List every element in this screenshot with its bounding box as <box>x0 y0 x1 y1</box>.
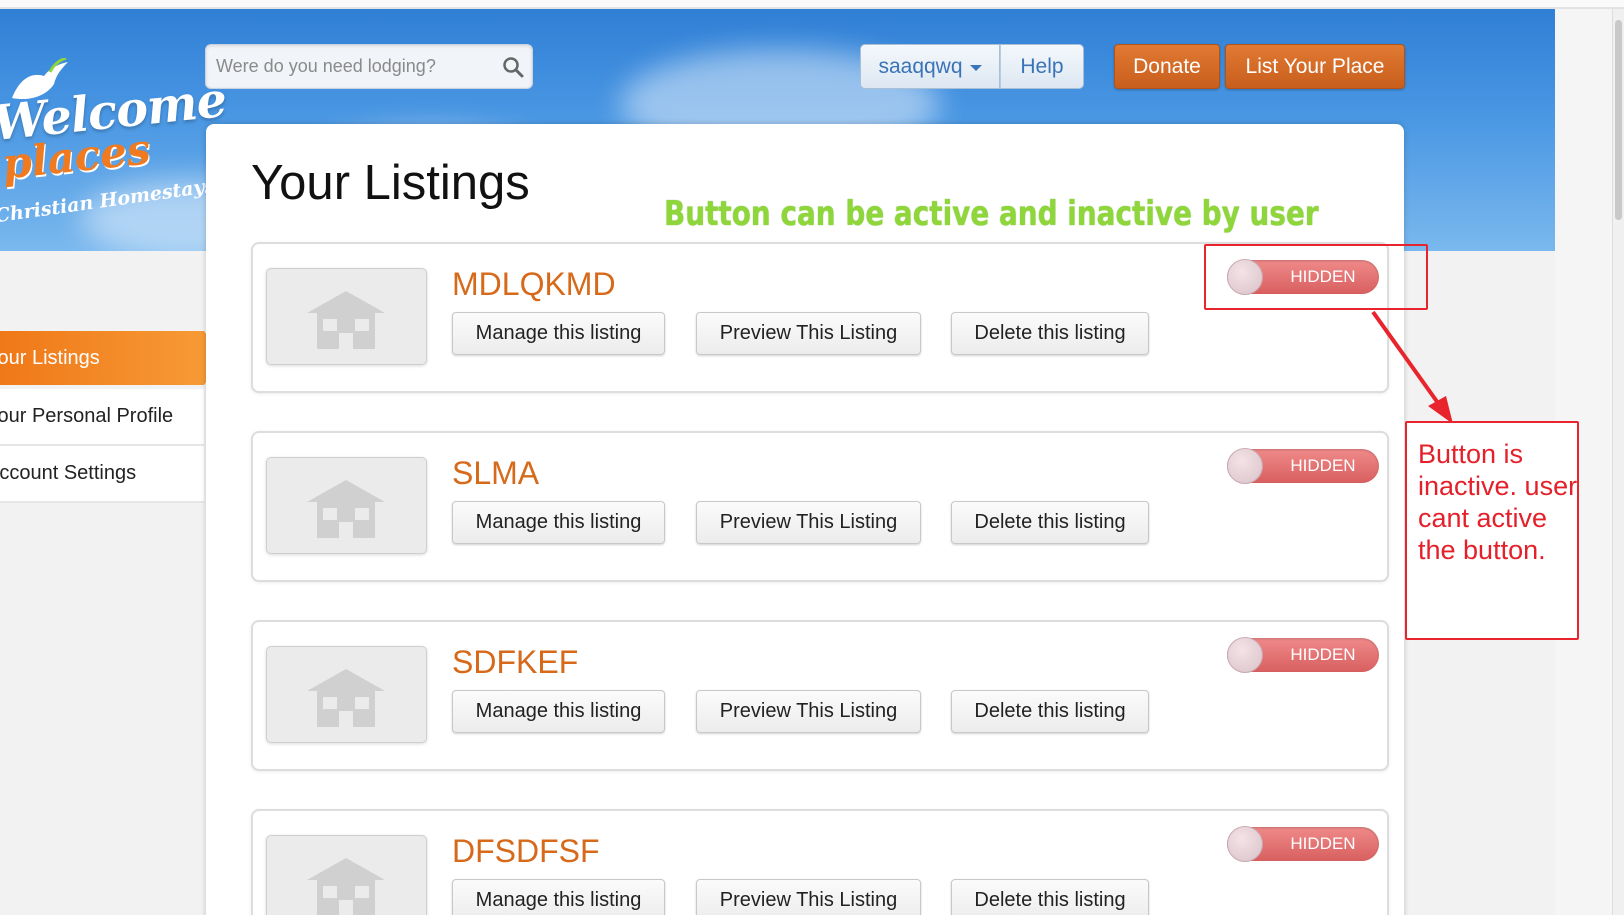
annotation-highlight-box <box>1204 244 1428 310</box>
listing-name[interactable]: SLMA <box>452 455 539 492</box>
site-logo[interactable]: Welcome places Christian Homestays <box>0 50 229 227</box>
manage-listing-button[interactable]: Manage this listing <box>452 879 665 915</box>
preview-listing-button[interactable]: Preview This Listing <box>696 501 921 544</box>
listing-card: SLMA Manage this listing Preview This Li… <box>251 431 1389 582</box>
scrollbar-thumb[interactable] <box>1615 20 1622 220</box>
listing-card: SDFKEF Manage this listing Preview This … <box>251 620 1389 771</box>
page-title: Your Listings <box>251 156 530 210</box>
preview-listing-button[interactable]: Preview This Listing <box>696 312 921 355</box>
lodging-search-box <box>205 44 533 89</box>
toggle-knob[interactable] <box>1227 448 1263 484</box>
sidebar-item-label: Your Listings <box>0 346 100 369</box>
toggle-knob[interactable] <box>1227 826 1263 862</box>
house-placeholder-icon <box>307 291 385 349</box>
visibility-toggle[interactable]: HIDDEN <box>1227 826 1379 862</box>
visibility-toggle[interactable]: HIDDEN <box>1227 637 1379 673</box>
delete-listing-button[interactable]: Delete this listing <box>951 312 1149 355</box>
sidebar-item-label: Account Settings <box>0 462 137 484</box>
lodging-search-input[interactable] <box>206 45 496 88</box>
user-menu-button[interactable]: saaqqwq <box>860 44 1000 89</box>
sidebar-item-personal-profile[interactable]: Your Personal Profile <box>0 389 204 446</box>
listing-name[interactable]: SDFKEF <box>452 644 578 681</box>
help-button[interactable]: Help <box>1000 44 1084 89</box>
sidebar-item-account-settings[interactable]: Account Settings <box>0 446 204 503</box>
listing-thumbnail <box>266 457 427 554</box>
annotation-red-note: Button is inactive. user cant active the… <box>1418 439 1578 565</box>
delete-listing-button[interactable]: Delete this listing <box>951 879 1149 915</box>
manage-listing-button[interactable]: Manage this listing <box>452 690 665 733</box>
toggle-status-label: HIDDEN <box>1290 834 1356 853</box>
house-placeholder-icon <box>307 669 385 727</box>
donate-button[interactable]: Donate <box>1114 44 1220 89</box>
caret-down-icon <box>969 64 982 71</box>
manage-listing-button[interactable]: Manage this listing <box>452 312 665 355</box>
sidebar-item-your-listings[interactable]: Your Listings <box>0 331 224 385</box>
preview-listing-button[interactable]: Preview This Listing <box>696 879 921 915</box>
toggle-knob[interactable] <box>1227 637 1263 673</box>
house-placeholder-icon <box>307 480 385 538</box>
listing-name[interactable]: MDLQKMD <box>452 266 616 303</box>
search-icon[interactable] <box>502 56 524 78</box>
toggle-status-label: HIDDEN <box>1290 456 1356 475</box>
sidebar-item-label: Your Personal Profile <box>0 405 174 427</box>
listing-thumbnail <box>266 835 427 915</box>
delete-listing-button[interactable]: Delete this listing <box>951 501 1149 544</box>
preview-listing-button[interactable]: Preview This Listing <box>696 690 921 733</box>
listing-thumbnail <box>266 646 427 743</box>
manage-listing-button[interactable]: Manage this listing <box>452 501 665 544</box>
list-your-place-button[interactable]: List Your Place <box>1225 44 1405 89</box>
visibility-toggle[interactable]: HIDDEN <box>1227 448 1379 484</box>
user-menu-label: saaqqwq <box>878 54 963 78</box>
listing-name[interactable]: DFSDFSF <box>452 833 600 870</box>
listing-thumbnail <box>266 268 427 365</box>
account-sidebar: Your Listings Your Personal Profile Acco… <box>0 331 224 503</box>
browser-top-border <box>0 0 1624 9</box>
annotation-green-note: Button can be active and inactive by use… <box>664 194 1319 234</box>
toggle-status-label: HIDDEN <box>1290 645 1356 664</box>
house-placeholder-icon <box>307 858 385 915</box>
delete-listing-button[interactable]: Delete this listing <box>951 690 1149 733</box>
listing-card: DFSDFSF Manage this listing Preview This… <box>251 809 1389 915</box>
